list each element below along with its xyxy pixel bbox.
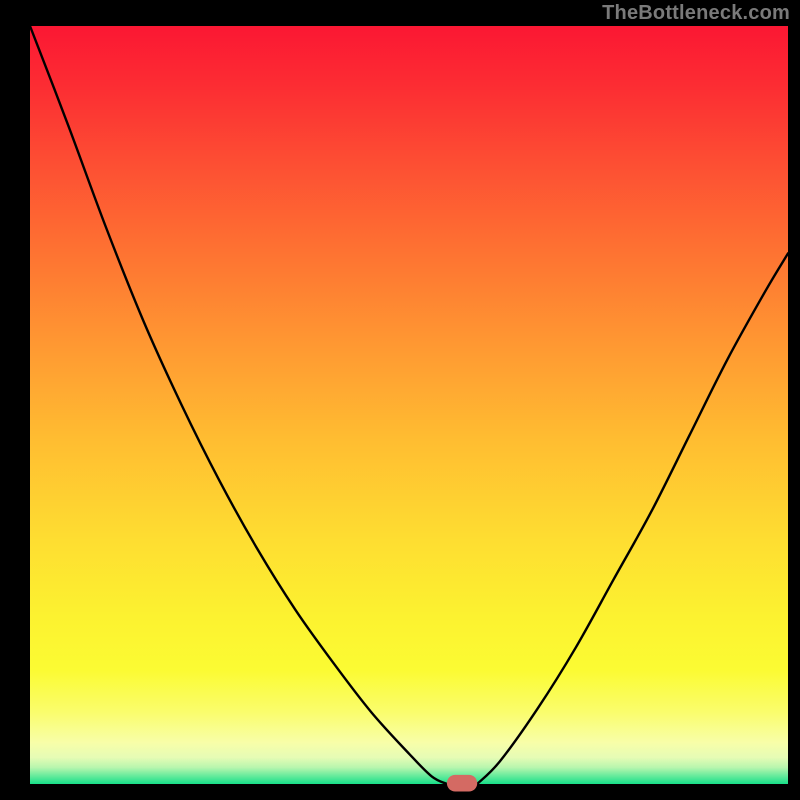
bottleneck-chart [0, 0, 800, 800]
attribution-text: TheBottleneck.com [602, 2, 790, 25]
optimal-marker [447, 775, 477, 792]
plot-background [30, 26, 788, 784]
chart-frame: TheBottleneck.com [0, 0, 800, 800]
